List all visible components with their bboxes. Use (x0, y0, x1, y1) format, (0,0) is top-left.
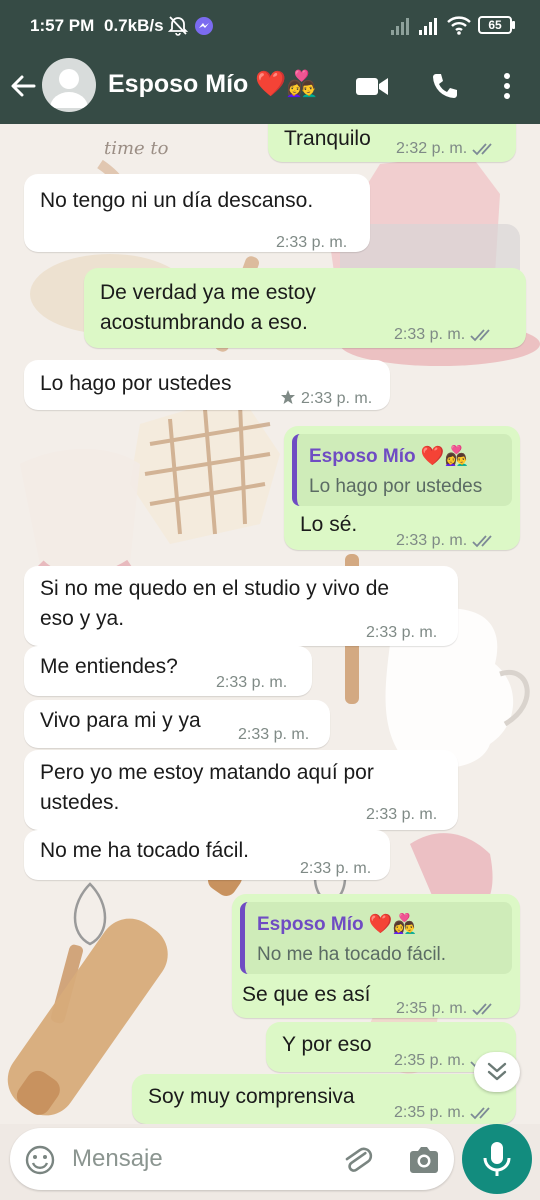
message-text-line-2: eso y ya. (40, 607, 125, 630)
message-input[interactable] (72, 1142, 272, 1176)
chat-header: Esposo Mío ❤️👩‍❤️‍👨 (0, 52, 540, 124)
double-chevron-down-icon (487, 1062, 507, 1081)
message-text-line-1: De verdad ya me estoy (100, 281, 316, 304)
message-text: Tranquilo (284, 127, 371, 150)
camera-icon[interactable] (406, 1142, 442, 1178)
message-time: 2:35 p. m. (396, 994, 498, 1024)
status-time: 1:57 PM (30, 16, 95, 35)
message-text: Lo sé. (300, 513, 358, 536)
signal-icon-2 (419, 18, 437, 35)
scroll-to-bottom-button[interactable] (474, 1052, 520, 1092)
default-avatar-icon (50, 69, 88, 108)
wifi-icon (447, 16, 471, 35)
video-call-icon[interactable] (354, 66, 390, 106)
more-vertical-icon[interactable] (496, 66, 518, 106)
message-bubble-incoming[interactable]: Si no me quedo en el studio y vivo de es… (24, 566, 458, 646)
wallpaper-text: time to (104, 138, 169, 159)
battery-icon: 65 (478, 16, 512, 34)
phone-call-icon[interactable] (428, 66, 460, 106)
avatar[interactable] (42, 58, 96, 112)
back-arrow-icon[interactable] (8, 66, 40, 106)
contact-name[interactable]: Esposo Mío ❤️👩‍❤️‍👨 (108, 70, 318, 99)
message-time: 2:33 p. m. (396, 526, 498, 556)
status-bar: 1:57 PM 0.7kB/s 65 (0, 0, 540, 52)
quoted-message[interactable]: Esposo Mío ❤️👩‍❤️‍👨 Lo hago por ustedes (292, 434, 512, 506)
message-time: 2:33 p. m. (216, 674, 288, 691)
emoji-icon[interactable] (24, 1144, 56, 1176)
message-text-line-1: Si no me quedo en el studio y vivo de (40, 577, 390, 600)
message-time: 2:32 p. m. (396, 134, 498, 164)
read-ticks-icon (472, 535, 492, 548)
message-bubble-outgoing[interactable]: Tranquilo 2:32 p. m. (268, 124, 516, 162)
read-ticks-icon (472, 143, 492, 156)
read-ticks-icon (472, 1003, 492, 1016)
message-text: Y por eso (282, 1033, 372, 1056)
quoted-text: No me ha tocado fácil. (257, 944, 447, 965)
message-bubble-incoming[interactable]: Pero yo me estoy matando aquí por ustede… (24, 750, 458, 830)
message-bubble-incoming[interactable]: Me entiendes? 2:33 p. m. (24, 646, 312, 696)
message-composer (10, 1128, 454, 1190)
message-bubble-outgoing[interactable]: De verdad ya me estoy acostumbrando a es… (84, 268, 526, 348)
messenger-icon (195, 17, 213, 35)
message-bubble-outgoing-reply[interactable]: Esposo Mío ❤️👩‍❤️‍👨 No me ha tocado fáci… (232, 894, 520, 1018)
chat-area[interactable]: time to Tranquilo 2:32 p. m. No tengo ni… (0, 124, 540, 1124)
star-icon (281, 390, 295, 404)
mute-bell-icon (168, 16, 188, 36)
quoted-message[interactable]: Esposo Mío ❤️👩‍❤️‍👨 No me ha tocado fáci… (240, 902, 512, 974)
message-text: Lo hago por ustedes (40, 372, 232, 395)
quoted-sender: Esposo Mío ❤️👩‍❤️‍👨 (257, 914, 417, 935)
message-time: 2:33 p. m. (300, 860, 372, 877)
message-text-line-2: acostumbrando a eso. (100, 311, 308, 334)
message-bubble-incoming[interactable]: Lo hago por ustedes 2:33 p. m. (24, 360, 390, 410)
read-ticks-icon (470, 1107, 490, 1120)
message-bubble-incoming[interactable]: Vivo para mi y ya 2:33 p. m. (24, 700, 330, 748)
message-bubble-incoming[interactable]: No me ha tocado fácil. 2:33 p. m. (24, 830, 390, 880)
message-text: Se que es así (242, 983, 371, 1006)
battery-tip (512, 21, 515, 29)
battery-level: 65 (488, 18, 502, 32)
message-time: 2:33 p. m. (366, 806, 438, 823)
message-time: 2:33 p. m. (238, 726, 310, 743)
message-time: 2:33 p. m. (276, 234, 348, 251)
message-time: 2:33 p. m. (366, 624, 438, 641)
message-bubble-outgoing-reply[interactable]: Esposo Mío ❤️👩‍❤️‍👨 Lo hago por ustedes … (284, 426, 520, 550)
message-text-line-1: Pero yo me estoy matando aquí por (40, 761, 374, 784)
network-speed: 0.7kB/s (104, 16, 164, 35)
message-time: 2:33 p. m. (280, 384, 372, 414)
message-time: 2:33 p. m. (394, 320, 496, 350)
message-text: Me entiendes? (40, 655, 178, 678)
message-bubble-incoming[interactable]: No tengo ni un día descanso. 2:33 p. m. (24, 174, 370, 252)
voice-message-button[interactable] (462, 1124, 532, 1194)
message-bubble-outgoing[interactable]: Soy muy comprensiva 2:35 p. m. (132, 1074, 516, 1124)
message-time: 2:35 p. m. (394, 1098, 496, 1124)
quoted-text: Lo hago por ustedes (309, 476, 483, 497)
message-text: Vivo para mi y ya (40, 709, 201, 732)
read-ticks-icon (470, 329, 490, 342)
message-text-line-2: ustedes. (40, 791, 120, 814)
microphone-icon (483, 1142, 511, 1176)
message-text: Soy muy comprensiva (148, 1085, 355, 1108)
signal-icon-1 (391, 18, 409, 35)
message-text: No me ha tocado fácil. (40, 839, 249, 862)
quoted-sender: Esposo Mío ❤️👩‍❤️‍👨 (309, 446, 469, 467)
message-text: No tengo ni un día descanso. (40, 189, 314, 212)
attach-icon[interactable] (340, 1142, 376, 1178)
